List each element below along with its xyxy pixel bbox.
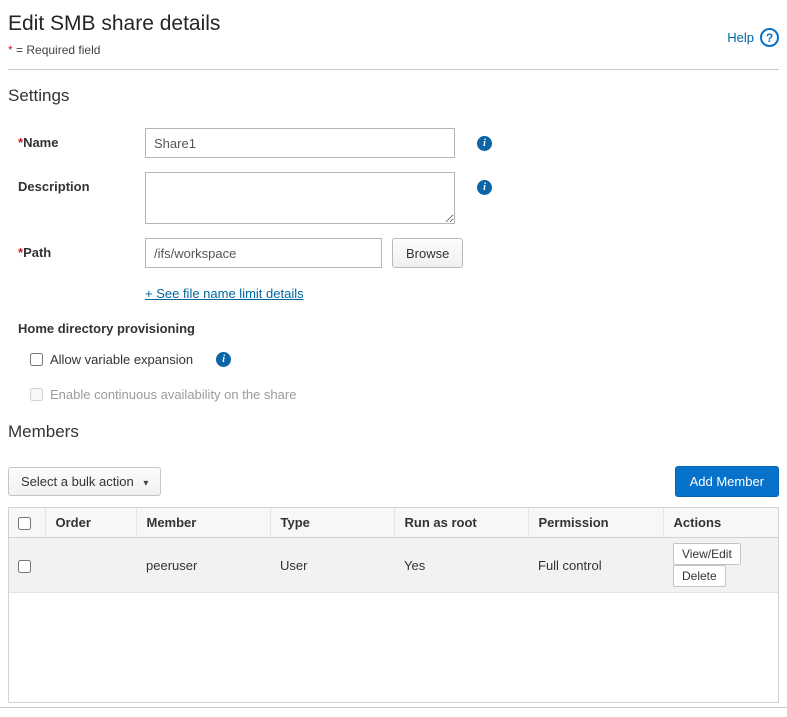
allow-variable-expansion-row[interactable]: Allow variable expansion i: [8, 352, 779, 367]
view-edit-button[interactable]: View/Edit: [673, 543, 741, 565]
continuous-availability-row: Enable continuous availability on the sh…: [8, 387, 779, 402]
bulk-action-dropdown[interactable]: Select a bulk action ▾: [8, 467, 161, 496]
dialog-header: Edit SMB share details * = Required fiel…: [8, 8, 779, 70]
table-row: peeruser User Yes Full control View/Edit…: [9, 538, 778, 593]
cell-type: User: [270, 538, 394, 593]
path-label-text: Path: [23, 245, 51, 260]
column-header-actions: Actions: [663, 508, 778, 538]
path-input[interactable]: [145, 238, 382, 268]
add-member-button[interactable]: Add Member: [675, 466, 779, 497]
file-name-limit-link[interactable]: + See file name limit details: [145, 286, 304, 301]
help-label: Help: [727, 30, 754, 45]
description-textarea[interactable]: [145, 172, 455, 224]
path-field-row: *Path Browse: [8, 238, 779, 268]
name-info-icon[interactable]: i: [477, 136, 492, 151]
bulk-action-label: Select a bulk action: [21, 474, 134, 489]
file-limit-link-row: + See file name limit details: [145, 286, 779, 301]
description-field-row: Description i: [8, 172, 779, 224]
allow-variable-expansion-checkbox[interactable]: [30, 353, 43, 366]
home-directory-provisioning-label: Home directory provisioning: [8, 321, 779, 336]
members-toolbar: Select a bulk action ▾ Add Member: [8, 466, 779, 497]
bottom-divider: [0, 707, 787, 708]
cell-member: peeruser: [136, 538, 270, 593]
required-field-note: * = Required field: [8, 43, 220, 57]
variable-expansion-info-icon[interactable]: i: [216, 352, 231, 367]
path-label: *Path: [18, 238, 145, 260]
column-header-order: Order: [45, 508, 136, 538]
header-titles: Edit SMB share details * = Required fiel…: [8, 12, 220, 57]
cell-order: [45, 538, 136, 593]
help-link[interactable]: Help ?: [727, 28, 779, 47]
description-label: Description: [18, 172, 145, 194]
column-header-member: Member: [136, 508, 270, 538]
cell-actions: View/Edit Delete: [663, 538, 778, 593]
column-header-permission: Permission: [528, 508, 663, 538]
select-all-checkbox[interactable]: [18, 517, 31, 530]
description-info-icon[interactable]: i: [477, 180, 492, 195]
name-label-text: Name: [23, 135, 58, 150]
cell-run-as-root: Yes: [394, 538, 528, 593]
section-title-members: Members: [8, 422, 779, 442]
members-table: Order Member Type Run as root Permission…: [8, 507, 779, 703]
column-header-run-as-root: Run as root: [394, 508, 528, 538]
row-checkbox[interactable]: [18, 560, 31, 573]
browse-button[interactable]: Browse: [392, 238, 463, 268]
page-title: Edit SMB share details: [8, 12, 220, 36]
edit-smb-share-dialog: Edit SMB share details * = Required fiel…: [0, 0, 787, 717]
required-asterisk: *: [8, 43, 13, 57]
table-header-row: Order Member Type Run as root Permission…: [9, 508, 778, 538]
allow-variable-expansion-label[interactable]: Allow variable expansion: [50, 352, 193, 367]
caret-down-icon: ▾: [143, 478, 148, 489]
column-header-type: Type: [270, 508, 394, 538]
name-field-row: *Name i: [8, 128, 779, 158]
name-input[interactable]: [145, 128, 455, 158]
name-label: *Name: [18, 128, 145, 150]
continuous-availability-checkbox: [30, 388, 43, 401]
continuous-availability-label: Enable continuous availability on the sh…: [50, 387, 296, 402]
section-title-settings: Settings: [8, 86, 779, 106]
required-note-text: = Required field: [16, 43, 100, 57]
help-question-icon: ?: [760, 28, 779, 47]
cell-permission: Full control: [528, 538, 663, 593]
delete-button[interactable]: Delete: [673, 565, 726, 587]
